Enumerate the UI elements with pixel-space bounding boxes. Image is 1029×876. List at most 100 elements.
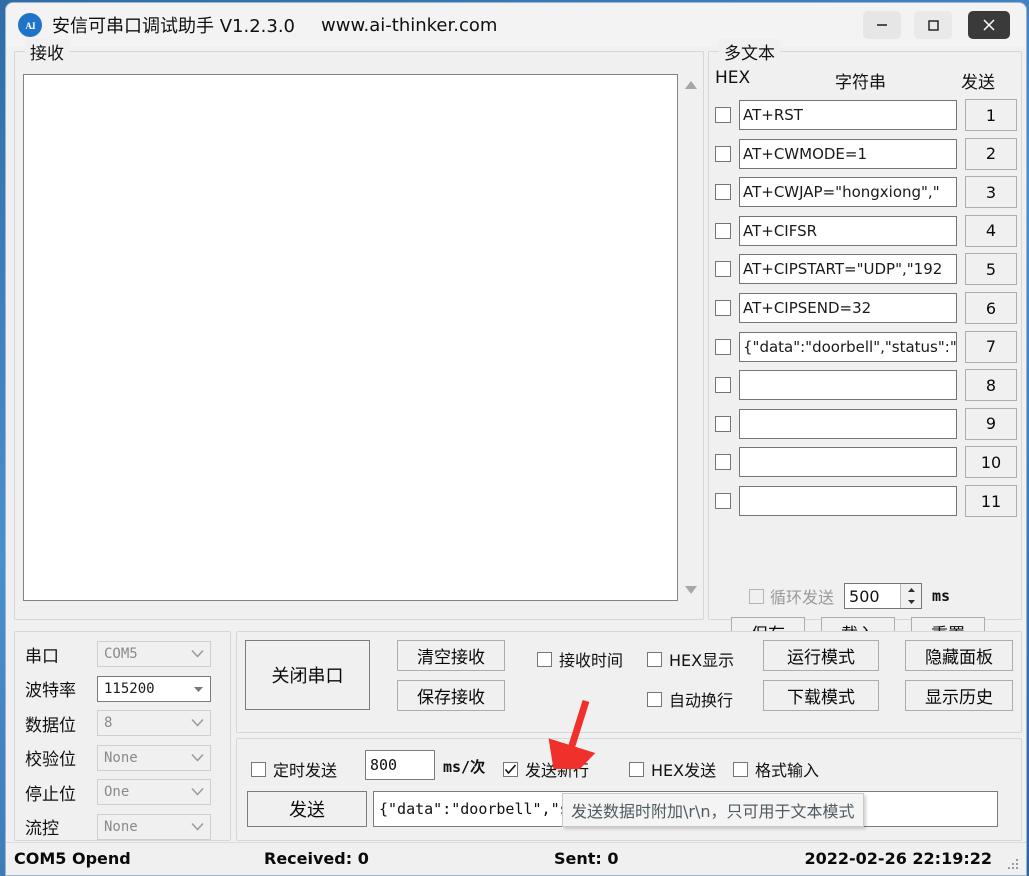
- multitext-send-button[interactable]: 6: [965, 292, 1017, 324]
- multitext-hex-checkbox[interactable]: [715, 261, 731, 277]
- multitext-hex-checkbox[interactable]: [715, 300, 731, 316]
- chevron-down-icon[interactable]: [191, 783, 204, 801]
- multitext-command-input[interactable]: AT+CWMODE=1: [739, 139, 957, 169]
- multitext-hex-checkbox[interactable]: [715, 146, 731, 162]
- format-input-checkbox-wrap[interactable]: 格式输入: [733, 757, 819, 781]
- format-input-checkbox[interactable]: [733, 762, 748, 777]
- multitext-command-input[interactable]: [739, 409, 957, 439]
- multitext-command-input[interactable]: AT+CIPSEND=32: [739, 293, 957, 323]
- download-mode-button[interactable]: 下载模式: [763, 680, 879, 711]
- receive-scrollbar[interactable]: [680, 74, 702, 601]
- minimize-button[interactable]: [863, 11, 901, 39]
- close-button[interactable]: [968, 11, 1010, 39]
- send-button[interactable]: 发送: [247, 791, 367, 827]
- multitext-send-button[interactable]: 4: [965, 215, 1017, 247]
- send-newline-checkbox-wrap[interactable]: 发送新行: [503, 757, 589, 781]
- multitext-send-button[interactable]: 10: [965, 446, 1017, 478]
- resize-grip-icon[interactable]: [1006, 857, 1020, 871]
- multitext-command-input[interactable]: AT+RST: [739, 100, 957, 130]
- scroll-down-icon[interactable]: [680, 579, 702, 601]
- chevron-down-icon[interactable]: [191, 749, 204, 767]
- status-datetime: 2022-02-26 22:19:22: [804, 849, 992, 868]
- loop-interval-stepper[interactable]: 500: [844, 583, 922, 609]
- multitext-command-input[interactable]: AT+CIFSR: [739, 216, 957, 246]
- serial-setting-value: COM5: [98, 646, 138, 662]
- hex-send-checkbox[interactable]: [629, 762, 644, 777]
- save-receive-button[interactable]: 保存接收: [397, 680, 505, 711]
- multitext-command-input[interactable]: AT+CIPSTART="UDP","192: [739, 254, 957, 284]
- receive-time-checkbox-wrap[interactable]: 接收时间: [537, 647, 623, 671]
- hex-send-checkbox-wrap[interactable]: HEX发送: [629, 757, 716, 781]
- timer-send-checkbox[interactable]: [251, 762, 266, 777]
- auto-wrap-checkbox[interactable]: [647, 692, 662, 707]
- spin-down-icon[interactable]: [901, 596, 921, 608]
- serial-setting-dropdown[interactable]: None: [97, 814, 211, 840]
- window-title: 安信可串口调试助手 V1.2.3.0: [52, 12, 295, 38]
- app-window: A.I 安信可串口调试助手 V1.2.3.0 www.ai-thinker.co…: [5, 2, 1027, 876]
- serial-setting-row: 串口COM5: [21, 640, 221, 668]
- multitext-hex-checkbox[interactable]: [715, 107, 731, 123]
- loop-send-label: 循环发送: [770, 584, 834, 608]
- chevron-down-icon[interactable]: [191, 818, 204, 836]
- multitext-send-button[interactable]: 11: [965, 485, 1017, 517]
- clear-receive-button[interactable]: 清空接收: [397, 640, 505, 671]
- chevron-down-icon[interactable]: [191, 714, 204, 732]
- serial-setting-value: 8: [98, 715, 112, 731]
- run-mode-button[interactable]: 运行模式: [763, 640, 879, 671]
- hex-display-checkbox[interactable]: [647, 652, 662, 667]
- multitext-command-input[interactable]: [739, 486, 957, 516]
- timer-send-label: 定时发送: [273, 757, 337, 781]
- serial-setting-row: 波特率115200: [21, 675, 221, 703]
- chevron-down-icon[interactable]: [191, 645, 204, 663]
- show-history-button[interactable]: 显示历史: [905, 680, 1013, 711]
- serial-setting-row: 数据位8: [21, 709, 221, 737]
- send-newline-checkbox[interactable]: [503, 762, 518, 777]
- status-received: Received: 0: [264, 849, 369, 868]
- timer-interval-input[interactable]: 800: [365, 750, 435, 780]
- scroll-up-icon[interactable]: [680, 74, 702, 96]
- maximize-button[interactable]: [914, 11, 952, 39]
- multitext-send-button[interactable]: 2: [965, 138, 1017, 170]
- hide-panel-button[interactable]: 隐藏面板: [905, 640, 1013, 671]
- receive-textarea[interactable]: [23, 74, 678, 601]
- multitext-send-button[interactable]: 5: [965, 253, 1017, 285]
- multitext-command-input[interactable]: [739, 447, 957, 477]
- serial-setting-dropdown[interactable]: One: [97, 779, 211, 805]
- multitext-send-button[interactable]: 3: [965, 176, 1017, 208]
- loop-interval-spin-buttons[interactable]: [900, 584, 921, 608]
- serial-setting-label: 波特率: [21, 676, 97, 701]
- multitext-hex-checkbox[interactable]: [715, 339, 731, 355]
- tooltip: 发送数据时附加\r\n，只可用于文本模式: [562, 793, 864, 827]
- auto-wrap-checkbox-wrap[interactable]: 自动换行: [647, 687, 733, 711]
- multitext-row: 8: [715, 366, 1015, 404]
- multitext-hex-checkbox[interactable]: [715, 184, 731, 200]
- multitext-command-input[interactable]: AT+CWJAP="hongxiong",": [739, 177, 957, 207]
- multitext-hex-checkbox[interactable]: [715, 454, 731, 470]
- column-header-string: 字符串: [835, 68, 886, 93]
- loop-send-checkbox[interactable]: [749, 589, 764, 604]
- multitext-send-button[interactable]: 9: [965, 408, 1017, 440]
- multitext-command-input[interactable]: [739, 370, 957, 400]
- timer-send-checkbox-wrap[interactable]: 定时发送: [251, 757, 337, 781]
- receive-time-label: 接收时间: [559, 647, 623, 671]
- multitext-hex-checkbox[interactable]: [715, 416, 731, 432]
- multitext-hex-checkbox[interactable]: [715, 377, 731, 393]
- multitext-send-button[interactable]: 7: [965, 331, 1017, 363]
- chevron-down-icon[interactable]: [193, 680, 204, 698]
- multitext-hex-checkbox[interactable]: [715, 223, 731, 239]
- serial-setting-dropdown[interactable]: None: [97, 745, 211, 771]
- hex-display-checkbox-wrap[interactable]: HEX显示: [647, 647, 734, 671]
- toggle-port-button[interactable]: 关闭串口: [245, 640, 370, 710]
- multitext-send-button[interactable]: 1: [965, 99, 1017, 131]
- serial-setting-dropdown[interactable]: 115200: [97, 676, 211, 702]
- multitext-row: AT+RST 1: [715, 96, 1015, 134]
- receive-time-checkbox[interactable]: [537, 652, 552, 667]
- spin-up-icon[interactable]: [901, 584, 921, 596]
- serial-setting-value: None: [98, 819, 138, 835]
- multitext-row: AT+CIFSR 4: [715, 212, 1015, 250]
- multitext-hex-checkbox[interactable]: [715, 493, 731, 509]
- serial-setting-dropdown[interactable]: 8: [97, 710, 211, 736]
- multitext-command-input[interactable]: {"data":"doorbell","status":": [739, 332, 957, 362]
- serial-setting-dropdown[interactable]: COM5: [97, 641, 211, 667]
- multitext-send-button[interactable]: 8: [965, 369, 1017, 401]
